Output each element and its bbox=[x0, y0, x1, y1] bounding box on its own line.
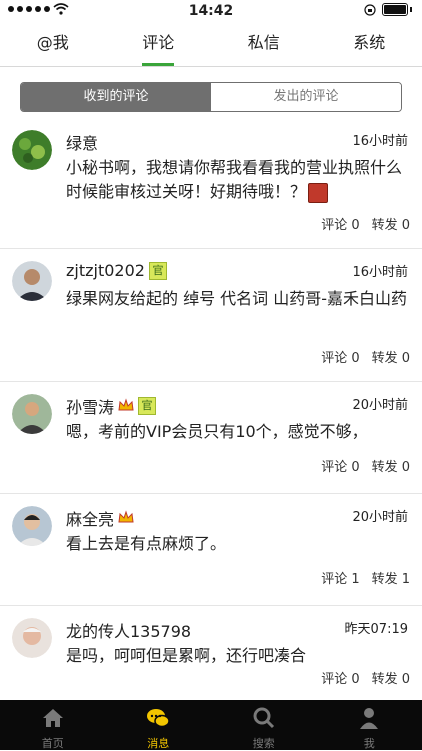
user-name[interactable]: zjtzjt0202官 bbox=[66, 261, 167, 280]
status-right bbox=[364, 3, 412, 16]
message-tabs: @我 评论 私信 系统 bbox=[0, 22, 422, 67]
comment-time: 16小时前 bbox=[352, 130, 408, 149]
comment-time: 昨天07:19 bbox=[345, 618, 408, 637]
tab-system[interactable]: 系统 bbox=[317, 22, 422, 66]
tab-comments[interactable]: 评论 bbox=[106, 22, 212, 66]
search-icon bbox=[252, 706, 276, 730]
status-bar: 14:42 bbox=[0, 0, 422, 22]
crown-icon bbox=[118, 510, 134, 526]
comment-time: 20小时前 bbox=[352, 394, 408, 413]
nav-search-label: 搜索 bbox=[211, 735, 317, 751]
avatar[interactable] bbox=[12, 130, 52, 170]
list-item[interactable]: 孙雪涛 官 20小时前 嗯，考前的VIP会员只有10个，感觉不够， 评论 0 转发… bbox=[0, 382, 422, 494]
tab-mentions[interactable]: @我 bbox=[0, 22, 106, 66]
comment-count-button[interactable]: 评论 0 bbox=[321, 672, 359, 687]
official-badge: 官 bbox=[138, 397, 156, 415]
repost-count-button[interactable]: 转发 1 bbox=[372, 572, 410, 587]
comment-text: 是吗，呵呵但是累啊，还行吧凑合 bbox=[66, 644, 408, 668]
comment-text: 看上去是有点麻烦了。 bbox=[66, 532, 408, 556]
comment-filter-segment: 收到的评论 发出的评论 bbox=[20, 82, 402, 112]
nav-me-label: 我 bbox=[317, 735, 422, 751]
repost-count-button[interactable]: 转发 0 bbox=[372, 460, 410, 475]
user-name[interactable]: 绿意 bbox=[66, 130, 98, 154]
user-name[interactable]: 麻全亮 bbox=[66, 506, 134, 530]
comment-time: 20小时前 bbox=[352, 506, 408, 525]
nav-me[interactable]: 我 bbox=[317, 700, 422, 750]
comment-stats: 评论 1 转发 1 bbox=[309, 568, 410, 587]
chat-bubble-icon bbox=[146, 706, 170, 730]
comment-count-button[interactable]: 评论 0 bbox=[321, 460, 359, 475]
nav-search[interactable]: 搜索 bbox=[211, 700, 317, 750]
comment-time: 16小时前 bbox=[352, 261, 408, 280]
repost-count-button[interactable]: 转发 0 bbox=[372, 351, 410, 366]
nav-messages[interactable]: 消息 bbox=[106, 700, 212, 750]
bottom-nav: 首页 消息 搜索 我 bbox=[0, 700, 422, 750]
comment-stats: 评论 0 转发 0 bbox=[309, 668, 410, 687]
status-time: 14:42 bbox=[0, 3, 422, 19]
list-item[interactable]: 绿意 16小时前 小秘书啊，我想请你帮我看看我的营业执照什么时候能审核过关呀！好… bbox=[0, 118, 422, 249]
official-badge: 官 bbox=[149, 262, 167, 280]
comment-count-button[interactable]: 评论 0 bbox=[321, 351, 359, 366]
comment-text: 嗯，考前的VIP会员只有10个，感觉不够， bbox=[66, 420, 408, 444]
repost-count-button[interactable]: 转发 0 bbox=[372, 218, 410, 233]
comment-stats: 评论 0 转发 0 bbox=[309, 456, 410, 475]
comment-text: 绿果网友给起的 绰号 代名词 山药哥-嘉禾白山药 bbox=[66, 287, 408, 311]
list-item[interactable]: zjtzjt0202官 16小时前 绿果网友给起的 绰号 代名词 山药哥-嘉禾白… bbox=[0, 249, 422, 382]
sent-comments-button[interactable]: 发出的评论 bbox=[211, 83, 401, 111]
comment-list: 绿意 16小时前 小秘书啊，我想请你帮我看看我的营业执照什么时候能审核过关呀！好… bbox=[0, 118, 422, 706]
user-icon bbox=[357, 706, 381, 730]
nav-messages-label: 消息 bbox=[106, 735, 212, 751]
emoji-icon bbox=[308, 183, 328, 203]
list-item[interactable]: 龙的传人135798 昨天07:19 是吗，呵呵但是累啊，还行吧凑合 评论 0 转… bbox=[0, 606, 422, 706]
received-comments-button[interactable]: 收到的评论 bbox=[21, 83, 211, 111]
user-name[interactable]: 龙的传人135798 bbox=[66, 618, 191, 642]
nav-home-label: 首页 bbox=[0, 735, 106, 751]
comment-count-button[interactable]: 评论 1 bbox=[321, 572, 359, 587]
avatar[interactable] bbox=[12, 618, 52, 658]
avatar[interactable] bbox=[12, 394, 52, 434]
nav-home[interactable]: 首页 bbox=[0, 700, 106, 750]
comment-stats: 评论 0 转发 0 bbox=[309, 214, 410, 233]
repost-count-button[interactable]: 转发 0 bbox=[372, 672, 410, 687]
tab-private-messages[interactable]: 私信 bbox=[211, 22, 317, 66]
user-name[interactable]: 孙雪涛 官 bbox=[66, 394, 156, 418]
comment-stats: 评论 0 转发 0 bbox=[309, 347, 410, 366]
avatar[interactable] bbox=[12, 261, 52, 301]
home-icon bbox=[41, 706, 65, 730]
rotation-lock-icon bbox=[364, 4, 376, 16]
comment-text: 小秘书啊，我想请你帮我看看我的营业执照什么时候能审核过关呀！好期待哦！？ bbox=[66, 156, 408, 204]
list-item[interactable]: 麻全亮 20小时前 看上去是有点麻烦了。 评论 1 转发 1 bbox=[0, 494, 422, 606]
crown-icon bbox=[118, 398, 134, 414]
avatar[interactable] bbox=[12, 506, 52, 546]
battery-icon bbox=[382, 3, 408, 16]
comment-count-button[interactable]: 评论 0 bbox=[321, 218, 359, 233]
